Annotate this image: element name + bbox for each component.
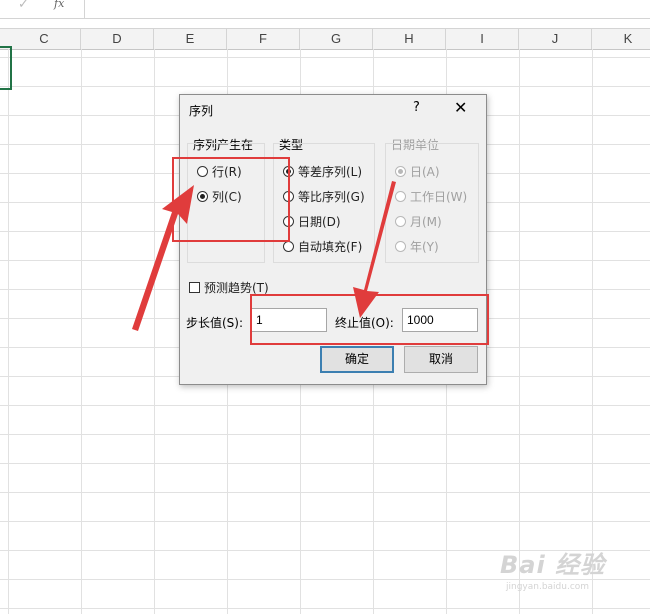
ok-button[interactable]: 确定 xyxy=(320,346,394,373)
radio-year-label: 年(Y) xyxy=(410,239,439,254)
close-icon[interactable]: ✕ xyxy=(454,98,467,117)
column-header-i[interactable]: I xyxy=(446,29,519,49)
radio-day-circle[interactable] xyxy=(395,165,406,177)
formula-separator xyxy=(84,0,85,18)
annotation-box-values xyxy=(250,294,489,345)
radio-growth[interactable]: 等比序列(G) xyxy=(283,188,365,204)
radio-year[interactable]: 年(Y) xyxy=(395,238,439,254)
column-header-j[interactable]: J xyxy=(519,29,592,49)
column-header-c[interactable]: C xyxy=(8,29,81,49)
radio-date-label: 日期(D) xyxy=(298,214,341,229)
radio-date[interactable]: 日期(D) xyxy=(283,213,341,229)
step-label: 步长值(S): xyxy=(186,316,244,330)
watermark-brand: Bai 经验 xyxy=(500,551,606,579)
dialog-title: 序列 xyxy=(189,104,214,118)
column-header-k[interactable]: K xyxy=(592,29,650,49)
radio-weekday-label: 工作日(W) xyxy=(410,189,468,204)
annotation-box-series xyxy=(172,157,290,242)
column-header-f[interactable]: F xyxy=(227,29,300,49)
radio-weekday[interactable]: 工作日(W) xyxy=(395,188,467,204)
column-header: C D E F G H I J K xyxy=(0,28,650,50)
radio-autofill-circle[interactable] xyxy=(283,240,294,252)
radio-autofill[interactable]: 自动填充(F) xyxy=(283,238,362,254)
column-header-g[interactable]: G xyxy=(300,29,373,49)
help-button[interactable]: ? xyxy=(413,100,420,115)
radio-month-label: 月(M) xyxy=(410,214,442,229)
radio-linear[interactable]: 等差序列(L) xyxy=(283,163,362,179)
radio-day-label: 日(A) xyxy=(410,164,440,179)
radio-month-circle[interactable] xyxy=(395,215,406,227)
fx-icon[interactable]: fx xyxy=(54,0,64,10)
formula-bar: ✓ fx xyxy=(0,0,650,19)
radio-growth-label: 等比序列(G) xyxy=(298,189,365,204)
cancel-button[interactable]: 取消 xyxy=(404,346,478,373)
radio-autofill-label: 自动填充(F) xyxy=(298,239,363,254)
radio-weekday-circle[interactable] xyxy=(395,190,406,202)
trend-checkbox[interactable] xyxy=(189,282,200,293)
column-header-h[interactable]: H xyxy=(373,29,446,49)
radio-linear-label: 等差序列(L) xyxy=(298,164,363,179)
watermark: Bai 经验 jingyan.baidu.com xyxy=(500,545,605,592)
radio-day[interactable]: 日(A) xyxy=(395,163,440,179)
radio-month[interactable]: 月(M) xyxy=(395,213,442,229)
check-icon[interactable]: ✓ xyxy=(18,0,29,12)
column-header-e[interactable]: E xyxy=(154,29,227,49)
column-header-d[interactable]: D xyxy=(81,29,154,49)
selected-cell[interactable] xyxy=(0,46,12,90)
watermark-url: jingyan.baidu.com xyxy=(506,582,590,592)
radio-year-circle[interactable] xyxy=(395,240,406,252)
